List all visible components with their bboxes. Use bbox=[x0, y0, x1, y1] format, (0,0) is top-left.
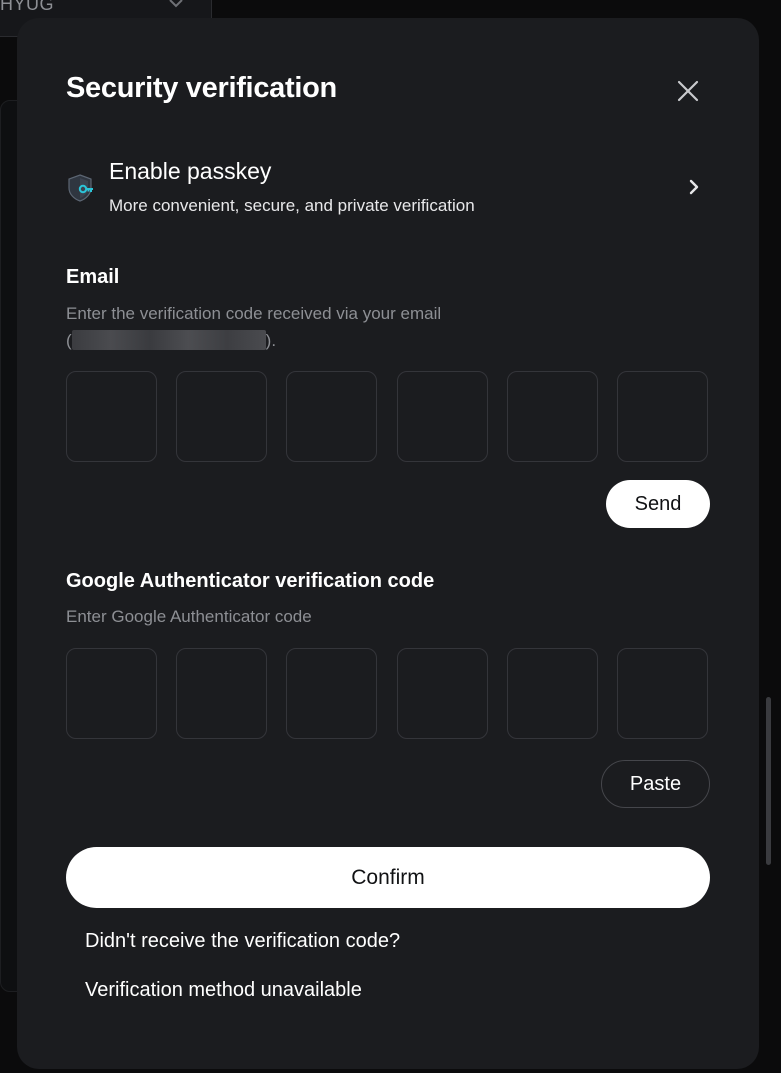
email-label: Email bbox=[66, 266, 120, 288]
ga-code-digit-5[interactable] bbox=[507, 648, 598, 739]
masked-email bbox=[71, 330, 266, 350]
email-hint: Enter the verification code received via… bbox=[66, 300, 441, 354]
email-hint-open: ( bbox=[66, 331, 72, 350]
email-code-digit-4[interactable] bbox=[397, 371, 488, 462]
ga-code-digit-2[interactable] bbox=[176, 648, 267, 739]
close-icon[interactable] bbox=[673, 76, 703, 106]
ga-code-digit-3[interactable] bbox=[286, 648, 377, 739]
google-auth-hint: Enter Google Authenticator code bbox=[66, 607, 312, 626]
google-auth-label: Google Authenticator verification code bbox=[66, 570, 435, 592]
ga-code-digit-1[interactable] bbox=[66, 648, 157, 739]
email-code-digit-6[interactable] bbox=[617, 371, 708, 462]
passkey-shield-icon bbox=[68, 174, 93, 202]
email-code-digit-5[interactable] bbox=[507, 371, 598, 462]
ga-code-digit-4[interactable] bbox=[397, 648, 488, 739]
email-hint-close: ). bbox=[265, 331, 277, 350]
ga-code-digit-6[interactable] bbox=[617, 648, 708, 739]
email-code-digit-2[interactable] bbox=[176, 371, 267, 462]
send-code-button[interactable]: Send bbox=[606, 480, 710, 528]
background-scrollbar[interactable] bbox=[766, 697, 771, 865]
no-code-link[interactable]: Didn't receive the verification code? bbox=[85, 930, 400, 953]
method-unavailable-link[interactable]: Verification method unavailable bbox=[85, 979, 362, 1002]
email-code-input bbox=[66, 371, 710, 464]
background-selector-text: HYUG bbox=[0, 0, 55, 14]
chevron-right-icon bbox=[689, 179, 699, 195]
confirm-button[interactable]: Confirm bbox=[66, 847, 710, 908]
chevron-down-icon bbox=[169, 0, 183, 8]
security-verification-modal: Security verification Enable passkey Mor… bbox=[17, 18, 759, 1069]
paste-button[interactable]: Paste bbox=[601, 760, 710, 808]
passkey-title: Enable passkey bbox=[109, 158, 272, 184]
email-hint-text: Enter the verification code received via… bbox=[66, 304, 442, 323]
email-code-digit-3[interactable] bbox=[286, 371, 377, 462]
enable-passkey-row[interactable]: Enable passkey More convenient, secure, … bbox=[66, 154, 706, 222]
email-code-digit-1[interactable] bbox=[66, 371, 157, 462]
passkey-subtitle: More convenient, secure, and private ver… bbox=[109, 196, 475, 215]
google-auth-code-input bbox=[66, 648, 710, 741]
modal-title: Security verification bbox=[66, 72, 337, 104]
